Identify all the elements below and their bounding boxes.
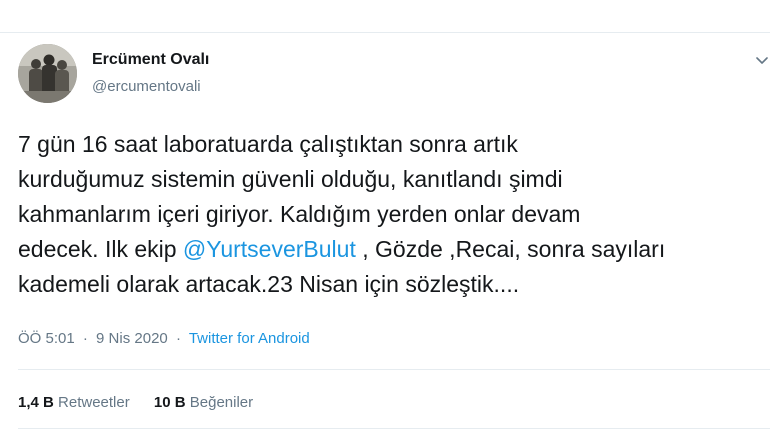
retweets-count: 1,4 B	[18, 394, 54, 411]
avatar[interactable]	[18, 44, 77, 103]
meta-separator: ·	[82, 330, 88, 347]
tweet-text-line: kademeli olarak artacak.23 Nisan için sö…	[18, 271, 520, 297]
tweet-text-segment: edecek. Ilk ekip	[18, 236, 183, 262]
top-divider	[0, 32, 770, 33]
bottom-divider	[18, 428, 770, 429]
retweets-label: Retweetler	[58, 394, 130, 411]
chevron-down-icon[interactable]	[754, 52, 770, 68]
tweet-text-line: 7 gün 16 saat laboratuarda çalıştıktan s…	[18, 131, 518, 157]
tweet-time[interactable]: ÖÖ 5:01	[18, 330, 75, 347]
tweet-meta: ÖÖ 5:01 · 9 Nis 2020 · Twitter for Andro…	[18, 330, 310, 347]
author-name[interactable]: Ercüment Ovalı	[92, 51, 209, 69]
meta-separator: ·	[175, 330, 181, 347]
mention-link[interactable]: @YurtseverBulut	[183, 236, 356, 262]
likes-stat[interactable]: 10 B Beğeniler	[154, 394, 253, 411]
tweet-text: 7 gün 16 saat laboratuarda çalıştıktan s…	[18, 127, 770, 302]
author-handle[interactable]: @ercumentovali	[92, 78, 201, 95]
tweet-text-line: kurduğumuz sistemin güvenli olduğu, kanı…	[18, 166, 563, 192]
likes-label: Beğeniler	[189, 394, 254, 411]
tweet-text-line: kahmanlarım içeri giriyor. Kaldığım yerd…	[18, 201, 581, 227]
stats-divider	[18, 369, 770, 370]
retweets-stat[interactable]: 1,4 B Retweetler	[18, 394, 130, 411]
avatar-photo	[18, 44, 77, 103]
tweet-date[interactable]: 9 Nis 2020	[96, 330, 168, 347]
tweet-source-link[interactable]: Twitter for Android	[189, 330, 310, 347]
tweet-text-segment: , Gözde ,Recai, sonra sayıları	[355, 236, 666, 262]
tweet-stats: 1,4 B Retweetler 10 B Beğeniler	[18, 394, 273, 411]
likes-count: 10 B	[153, 394, 186, 411]
tweet-text-line: edecek. Ilk ekip @YurtseverBulut , Gözde…	[18, 232, 770, 267]
